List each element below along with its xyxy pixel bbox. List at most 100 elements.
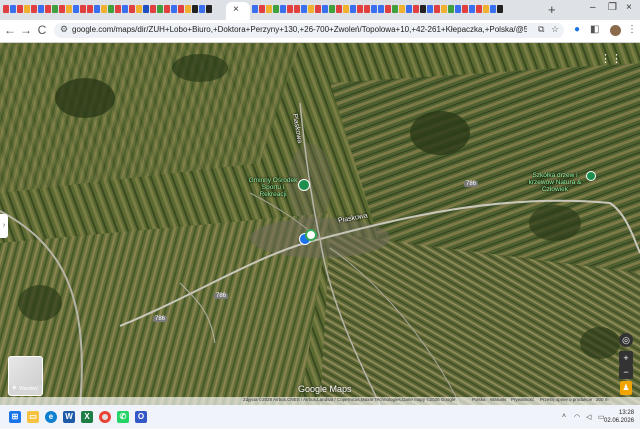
tab-favicon-icon[interactable] bbox=[24, 5, 30, 13]
tab-favicon-icon[interactable] bbox=[441, 5, 447, 13]
start-menu-icon[interactable]: ⊞ bbox=[9, 411, 21, 423]
tab-favicon-icon[interactable] bbox=[371, 5, 377, 13]
tray-chevron-icon[interactable]: ˄ bbox=[562, 413, 566, 420]
tab-favicon-icon[interactable] bbox=[10, 5, 16, 13]
tab-favicon-icon[interactable] bbox=[280, 5, 286, 13]
minimize-button[interactable]: – bbox=[590, 2, 596, 13]
expand-side-panel-button[interactable]: › bbox=[0, 214, 8, 238]
tab-favicon-icon[interactable] bbox=[94, 5, 100, 13]
tab-favicon-icon[interactable] bbox=[322, 5, 328, 13]
tab-favicon-icon[interactable] bbox=[143, 5, 149, 13]
tab-favicon-icon[interactable] bbox=[45, 5, 51, 13]
wifi-icon[interactable]: ◠ bbox=[574, 413, 580, 421]
maximize-button[interactable]: ❐ bbox=[608, 2, 617, 13]
tab-favicon-icon[interactable] bbox=[178, 5, 184, 13]
chrome-browser-icon[interactable] bbox=[99, 411, 111, 423]
edge-browser-icon[interactable]: e bbox=[45, 411, 57, 423]
zoom-in-button[interactable]: + bbox=[619, 351, 633, 365]
tab-favicon-icon[interactable] bbox=[164, 5, 170, 13]
tab-favicon-icon[interactable] bbox=[497, 5, 503, 13]
tab-favicon-icon[interactable] bbox=[294, 5, 300, 13]
google-apps-grid-icon[interactable]: ⋮⋮ bbox=[600, 52, 622, 65]
extension-icon[interactable]: ● bbox=[574, 24, 580, 35]
tab-favicon-icon[interactable] bbox=[80, 5, 86, 13]
tab-favicon-icon[interactable] bbox=[66, 5, 72, 13]
satellite-map[interactable]: ⋮⋮ › Gminny Ośrodek Sportu i Rekreacji S… bbox=[0, 43, 640, 405]
attribution-link-terms[interactable]: Warunki bbox=[490, 397, 506, 402]
tab-favicon-icon[interactable] bbox=[287, 5, 293, 13]
tab-favicon-icon[interactable] bbox=[38, 5, 44, 13]
file-explorer-icon[interactable]: ▭ bbox=[27, 411, 39, 423]
tab-favicon-icon[interactable] bbox=[469, 5, 475, 13]
system-clock[interactable]: 13:28 02.06.2026 bbox=[604, 409, 634, 425]
tab-favicon-icon[interactable] bbox=[301, 5, 307, 13]
browser-menu-icon[interactable]: ⋮ bbox=[627, 24, 637, 35]
tab-favicon-icon[interactable] bbox=[59, 5, 65, 13]
word-icon[interactable]: W bbox=[63, 411, 75, 423]
close-tab-icon[interactable]: × bbox=[233, 4, 239, 15]
tab-favicon-icon[interactable] bbox=[136, 5, 142, 13]
extensions-puzzle-icon[interactable]: ◧ bbox=[590, 24, 599, 35]
tab-favicon-icon[interactable] bbox=[115, 5, 121, 13]
tab-favicon-icon[interactable] bbox=[315, 5, 321, 13]
tab-favicon-icon[interactable] bbox=[31, 5, 37, 13]
poi-nursery-marker-icon[interactable] bbox=[586, 171, 596, 181]
back-button[interactable]: ← bbox=[3, 23, 17, 37]
tab-favicon-icon[interactable] bbox=[378, 5, 384, 13]
reload-button[interactable]: C bbox=[35, 23, 49, 37]
poi-label-nursery[interactable]: Szkółka drzew i krzewów Natura & Człowie… bbox=[526, 172, 584, 193]
tab-favicons-right[interactable] bbox=[252, 5, 542, 15]
start-marker-icon[interactable] bbox=[305, 229, 317, 241]
tab-favicon-icon[interactable] bbox=[52, 5, 58, 13]
my-location-button[interactable]: ◎ bbox=[619, 333, 633, 347]
tab-favicon-icon[interactable] bbox=[385, 5, 391, 13]
bookmark-star-icon[interactable]: ☆ bbox=[551, 24, 559, 35]
tab-favicon-icon[interactable] bbox=[406, 5, 412, 13]
site-info-icon[interactable]: ⚙ bbox=[60, 24, 68, 35]
whatsapp-icon[interactable]: ✆ bbox=[117, 411, 129, 423]
volume-icon[interactable]: ◁ bbox=[586, 413, 591, 421]
tab-favicon-icon[interactable] bbox=[462, 5, 468, 13]
tab-favicon-icon[interactable] bbox=[434, 5, 440, 13]
url-text[interactable]: google.com/maps/dir/ZUH+Lobo+Biuro,+Dokt… bbox=[72, 25, 527, 34]
tab-favicon-icon[interactable] bbox=[108, 5, 114, 13]
zoom-out-button[interactable]: − bbox=[619, 365, 633, 379]
tab-favicon-icon[interactable] bbox=[3, 5, 9, 13]
tab-favicon-icon[interactable] bbox=[17, 5, 23, 13]
new-tab-button[interactable]: + bbox=[548, 2, 556, 17]
attribution-link-feedback[interactable]: Prześlij opinię o produkcie bbox=[540, 397, 592, 402]
tab-favicon-icon[interactable] bbox=[483, 5, 489, 13]
tab-favicon-icon[interactable] bbox=[476, 5, 482, 13]
tab-favicon-icon[interactable] bbox=[343, 5, 349, 13]
tab-favicon-icon[interactable] bbox=[122, 5, 128, 13]
poi-label-sport[interactable]: Gminny Ośrodek Sportu i Rekreacji bbox=[248, 177, 298, 198]
close-window-button[interactable]: × bbox=[626, 2, 632, 13]
tab-favicon-icon[interactable] bbox=[192, 5, 198, 13]
tab-favicon-icon[interactable] bbox=[420, 5, 426, 13]
tab-favicon-icon[interactable] bbox=[308, 5, 314, 13]
tab-favicon-icon[interactable] bbox=[336, 5, 342, 13]
address-bar[interactable]: ⚙ google.com/maps/dir/ZUH+Lobo+Biuro,+Do… bbox=[54, 23, 564, 38]
tab-favicon-icon[interactable] bbox=[129, 5, 135, 13]
tab-favicon-icon[interactable] bbox=[101, 5, 107, 13]
tab-favicon-icon[interactable] bbox=[364, 5, 370, 13]
attribution-link-country[interactable]: Polska bbox=[472, 397, 486, 402]
tab-favicon-icon[interactable] bbox=[199, 5, 205, 13]
map-scale-label[interactable]: 200 m bbox=[596, 397, 609, 402]
profile-avatar[interactable] bbox=[610, 25, 621, 36]
tab-favicon-icon[interactable] bbox=[73, 5, 79, 13]
tab-favicon-icon[interactable] bbox=[206, 5, 212, 13]
forward-button[interactable]: → bbox=[19, 23, 33, 37]
street-view-pegman-icon[interactable]: ♟ bbox=[620, 381, 632, 395]
layers-toggle[interactable]: ◈ Warstwy bbox=[8, 356, 43, 396]
tab-favicon-icon[interactable] bbox=[259, 5, 265, 13]
tab-favicon-icon[interactable] bbox=[448, 5, 454, 13]
tab-favicon-icon[interactable] bbox=[357, 5, 363, 13]
active-tab[interactable]: × bbox=[226, 2, 250, 20]
attribution-link-privacy[interactable]: Prywatność bbox=[511, 397, 534, 402]
tab-favicon-icon[interactable] bbox=[490, 5, 496, 13]
tab-favicon-icon[interactable] bbox=[455, 5, 461, 13]
poi-sport-marker-icon[interactable] bbox=[298, 179, 310, 191]
tab-favicon-icon[interactable] bbox=[87, 5, 93, 13]
outlook-icon[interactable]: O bbox=[135, 411, 147, 423]
